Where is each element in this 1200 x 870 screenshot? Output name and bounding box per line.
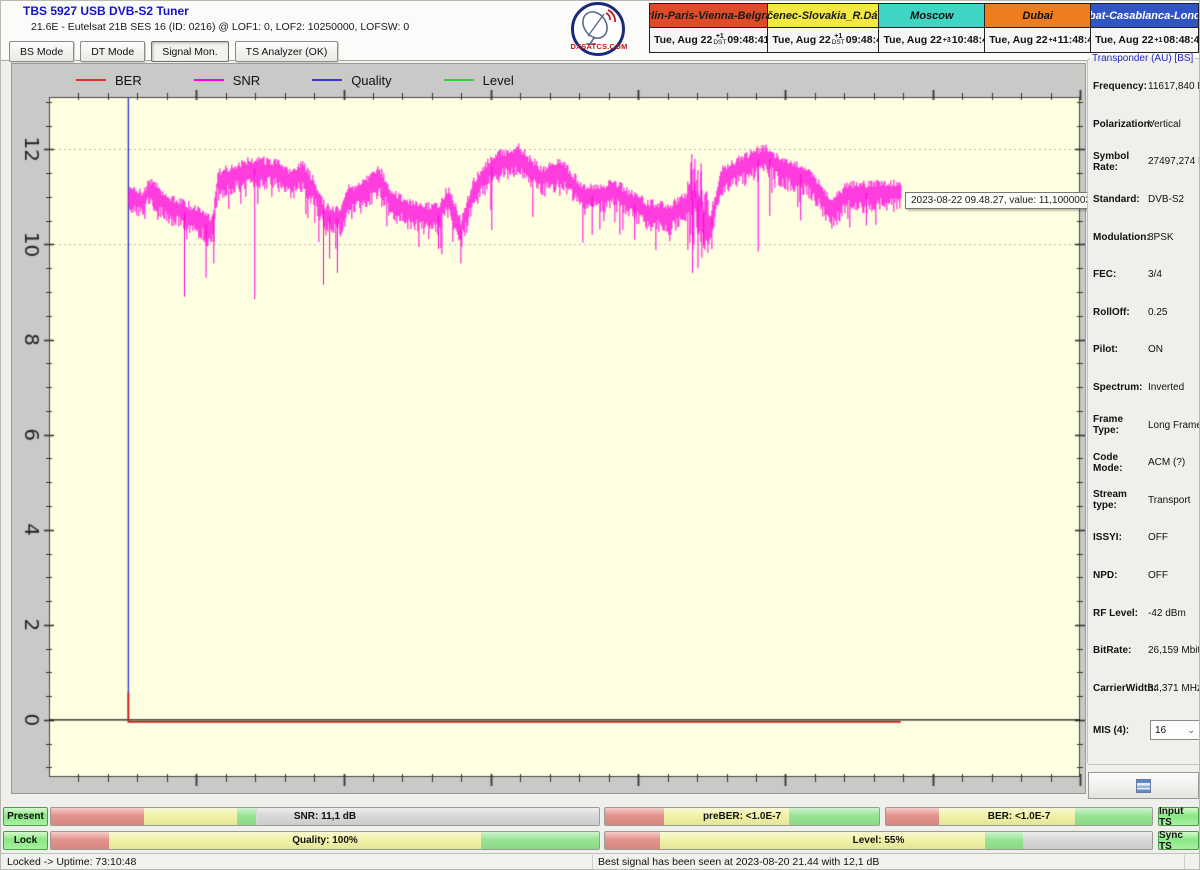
clock-dubai: Dubai Tue, Aug 22 +4 11:48:41 [985,4,1091,52]
tab-ts-analyzer[interactable]: TS Analyzer (OK) [235,41,339,62]
row-issyi: ISSYI:OFF [1088,519,1200,557]
clock-offset: +1 DST [832,33,845,47]
statusbar-divider [1184,855,1185,870]
row-rf-level: RF Level:-42 dBm [1088,594,1200,632]
clock-offset: +4 [1049,37,1057,44]
sync-ts-indicator: Sync TS [1158,831,1199,850]
header: TBS 5927 USB DVB-S2 Tuner 21.6E - Eutels… [1,1,1200,61]
clock-time-3: Tue, Aug 22 +4 11:48:41 [985,28,1090,52]
chart-legend: BER SNR Quality Level [76,64,514,96]
clock-date: Tue, Aug 22 [883,34,941,46]
clock-time-4: Tue, Aug 22 +1 08:48:41 [1091,28,1198,52]
ber-line-swatch [76,79,106,81]
chevron-down-icon: ⌄ [1187,726,1195,735]
clock-offset: +3 [943,37,951,44]
row-pilot: Pilot:ON [1088,331,1200,369]
signal-chart [12,64,1085,793]
signal-chart-panel: BER SNR Quality Level 2023-08-22 09.48.2… [11,63,1086,794]
clock-hms: 08:48:41 [1163,34,1200,46]
transponder-panel-title: Transponder (AU) [BS] [1090,53,1195,64]
clock-rabat: Rabat-Casablanca-London Tue, Aug 22 +1 0… [1091,4,1198,52]
quality-bar: Quality: 100% [50,831,600,850]
row-spectrum: Spectrum:Inverted [1088,369,1200,407]
clock-date: Tue, Aug 22 [772,34,830,46]
statusbar-divider [592,855,593,870]
quality-line-swatch [312,79,342,81]
mis-value: 16 [1155,725,1166,736]
clock-lucenec: Lučenec-Slovakia_R.Dávid Tue, Aug 22 +1 … [768,4,879,52]
clock-berlin: Berlin-Paris-Vienna-Belgrade Tue, Aug 22… [650,4,768,52]
window-title: TBS 5927 USB DVB-S2 Tuner [23,4,189,18]
tab-bar: BS Mode DT Mode Signal Mon. TS Analyzer … [9,41,338,60]
clock-offset: +1 [1154,37,1162,44]
row-code-mode: Code Mode:ACM (?) [1088,444,1200,482]
clock-name-3: Dubai [985,4,1090,28]
preber-bar: preBER: <1.0E-7 [604,807,880,826]
row-fec: FEC:3/4 [1088,256,1200,294]
statusbar: Locked -> Uptime: 73:10:48 Best signal h… [1,853,1200,870]
tab-dt-mode[interactable]: DT Mode [80,41,145,62]
tuner-subtitle: 21.6E - Eutelsat 21B SES 16 (ID: 0216) @… [31,21,409,33]
clock-moscow: Moscow Tue, Aug 22 +3 10:48:41 [879,4,985,52]
lock-indicator: Lock [3,831,48,850]
legend-item-quality: Quality [312,73,391,88]
clock-name-4: Rabat-Casablanca-London [1091,4,1198,28]
clock-name-1: Lučenec-Slovakia_R.Dávid [768,4,878,28]
mis-select[interactable]: 16 ⌄ [1150,720,1200,740]
lock-status-text: Locked -> Uptime: 73:10:48 [7,856,136,868]
transponder-rows: Frequency:11617,840 MHz Polarization:Ver… [1088,68,1200,707]
row-rolloff: RollOff:0.25 [1088,294,1200,332]
level-bar: Level: 55% [604,831,1153,850]
clock-hms: 09:48:41 [727,34,769,46]
clock-date: Tue, Aug 22 [989,34,1047,46]
row-npd: NPD:OFF [1088,557,1200,595]
tab-signal-mon[interactable]: Signal Mon. [151,41,228,62]
clock-name-2: Moscow [879,4,984,28]
dxsatcs-logo: DXSATCS.COM [567,2,631,60]
clock-time-0: Tue, Aug 22 +1 DST 09:48:41 [650,28,767,52]
clock-time-1: Tue, Aug 22 +1 DST 09:48:41 [768,28,878,52]
row-symbol-rate: Symbol Rate:27497,274 KS/s [1088,143,1200,181]
stream-list-button[interactable] [1088,772,1199,799]
world-clocks: Berlin-Paris-Vienna-Belgrade Tue, Aug 22… [649,3,1199,53]
logo-text: DXSATCS.COM [567,42,631,51]
row-frequency: Frequency:11617,840 MHz [1088,68,1200,106]
row-carrierwidth: CarrierWidth:34,371 MHz [1088,670,1200,708]
clock-name-0: Berlin-Paris-Vienna-Belgrade [650,4,767,28]
row-stream-type: Stream type:Transport [1088,482,1200,520]
best-signal-text: Best signal has been seen at 2023-08-20 … [598,856,879,868]
row-polarization: Polarization:Vertical [1088,106,1200,144]
snr-bar: SNR: 11,1 dB [50,807,600,826]
satellite-dish-icon [574,8,622,46]
input-ts-indicator: Input TS [1158,807,1199,826]
clock-time-2: Tue, Aug 22 +3 10:48:41 [879,28,984,52]
mis-label: MIS (4): [1088,725,1148,736]
row-mis: MIS (4): 16 ⌄ [1088,715,1200,745]
tab-bs-mode[interactable]: BS Mode [9,41,74,62]
row-bitrate: BitRate:26,159 Mbit/s [1088,632,1200,670]
present-indicator: Present [3,807,48,826]
snr-line-swatch [194,79,224,81]
ber-bar: BER: <1.0E-7 [885,807,1153,826]
transponder-panel: Transponder (AU) [BS] Frequency:11617,84… [1087,53,1200,765]
legend-item-level: Level [444,73,514,88]
row-frame-type: Frame Type:Long Frame [1088,406,1200,444]
clock-offset: +1 DST [713,33,726,47]
app-window: TBS 5927 USB DVB-S2 Tuner 21.6E - Eutels… [0,0,1200,870]
level-line-swatch [444,79,474,81]
list-icon [1136,779,1151,793]
status-bars: Present Lock Input TS Sync TS SNR: 11,1 … [1,805,1200,853]
row-standard: Standard:DVB-S2 [1088,181,1200,219]
row-modulation: Modulation:8PSK [1088,218,1200,256]
legend-item-snr: SNR [194,73,260,88]
clock-date: Tue, Aug 22 [1095,34,1153,46]
legend-item-ber: BER [76,73,142,88]
clock-date: Tue, Aug 22 [654,34,712,46]
